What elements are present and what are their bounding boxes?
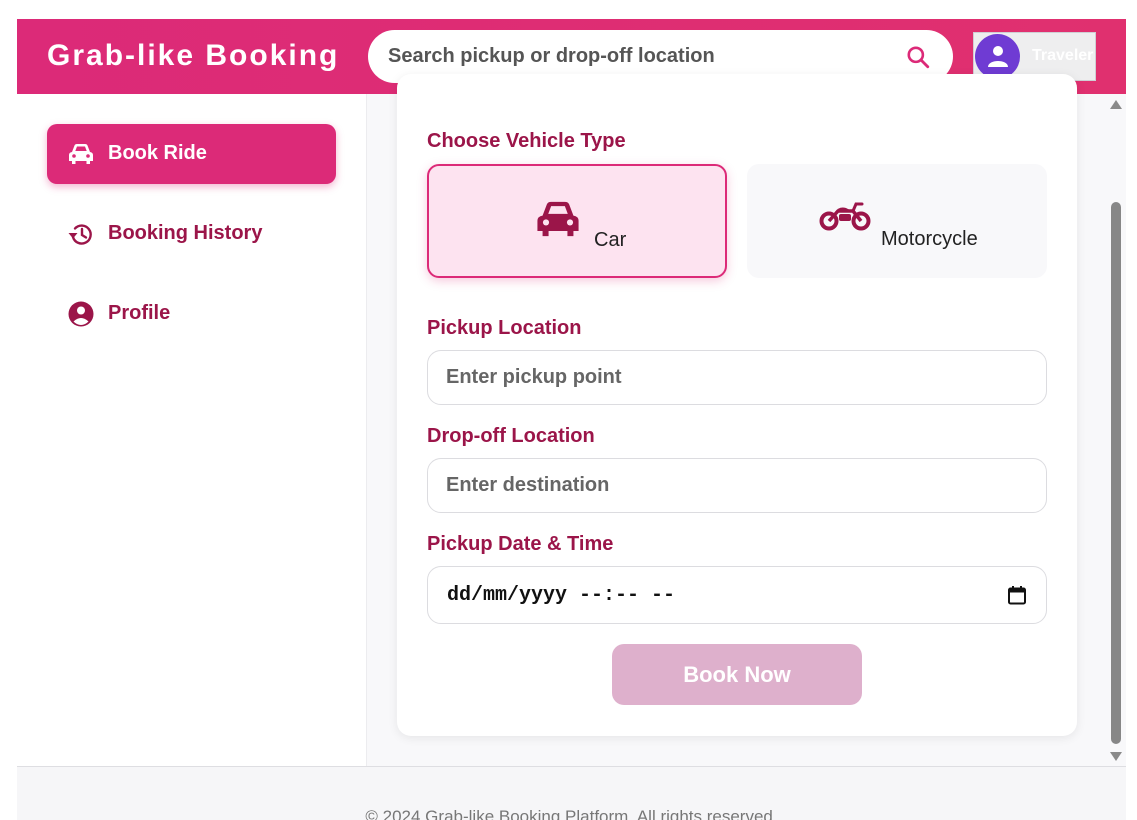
main-content: Choose Vehicle Type Car Motorcycle Picku… <box>368 74 1105 766</box>
vertical-scrollbar[interactable] <box>1105 94 1126 766</box>
vehicle-option-car[interactable]: Car <box>427 164 727 278</box>
sidebar-item-booking-history[interactable]: Booking History <box>47 204 336 264</box>
vehicle-option-motorcycle[interactable]: Motorcycle <box>747 164 1047 278</box>
pickup-datetime-input[interactable]: dd/mm/yyyy --:-- -- <box>427 566 1047 624</box>
sidebar-item-label: Profile <box>108 302 171 324</box>
vehicle-type-heading: Choose Vehicle Type <box>427 130 626 152</box>
search-icon[interactable] <box>905 44 931 70</box>
avatar[interactable] <box>975 34 1020 79</box>
copyright-text: © 2024 Grab-like Booking Platform. All r… <box>365 807 778 820</box>
vehicle-label-car: Car <box>594 229 627 251</box>
car-icon <box>537 201 579 237</box>
app-window: Grab-like Booking Traveler <box>17 19 1126 820</box>
person-icon <box>988 46 1008 67</box>
scrollbar-thumb[interactable] <box>1111 202 1121 744</box>
sidebar-item-book-ride[interactable]: Book Ride <box>47 124 336 184</box>
app-title: Grab-like Booking <box>47 39 340 72</box>
sidebar: Book Ride Booking History Profile <box>17 94 367 766</box>
dropoff-location-label: Drop-off Location <box>427 425 595 447</box>
vehicle-label-motorcycle: Motorcycle <box>881 228 978 250</box>
sidebar-item-label: Booking History <box>108 222 263 244</box>
scroll-down-arrow-icon[interactable] <box>1110 752 1122 761</box>
account-circle-icon <box>68 301 94 327</box>
sidebar-item-label: Book Ride <box>108 142 207 164</box>
history-icon <box>68 224 92 245</box>
sidebar-item-profile[interactable]: Profile <box>47 284 336 344</box>
car-icon <box>69 144 93 164</box>
book-now-button[interactable]: Book Now <box>612 644 862 705</box>
datetime-placeholder: dd/mm/yyyy --:-- -- <box>447 584 676 607</box>
user-name: Traveler <box>1032 47 1094 64</box>
pickup-location-input[interactable] <box>427 350 1047 405</box>
dropoff-location-input[interactable] <box>427 458 1047 513</box>
calendar-icon[interactable] <box>1007 585 1027 605</box>
page-footer: © 2024 Grab-like Booking Platform. All r… <box>17 766 1126 820</box>
motorcycle-icon <box>819 202 871 231</box>
scroll-up-arrow-icon[interactable] <box>1110 100 1122 109</box>
pickup-datetime-label: Pickup Date & Time <box>427 533 614 555</box>
booking-form-card: Choose Vehicle Type Car Motorcycle Picku… <box>397 74 1077 736</box>
pickup-location-label: Pickup Location <box>427 317 582 339</box>
